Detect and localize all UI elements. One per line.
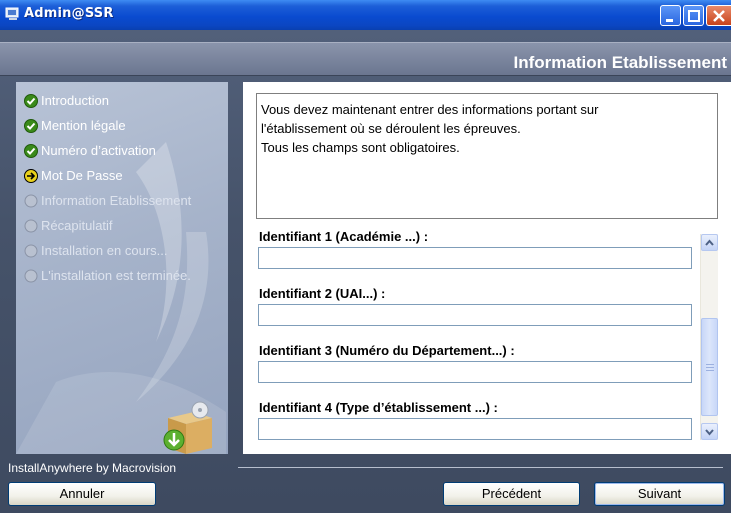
step-label: Introduction	[41, 93, 109, 108]
close-icon	[713, 10, 725, 22]
minimize-button[interactable]	[660, 5, 681, 26]
identifiant-4-input[interactable]	[258, 418, 692, 440]
description-line: l'établissement où se déroulent les épre…	[261, 121, 521, 136]
step-label: Numéro d’activation	[41, 143, 156, 158]
maximize-icon	[688, 10, 700, 22]
next-button[interactable]: Suivant	[594, 482, 725, 506]
field-label-identifiant-3: Identifiant 3 (Numéro du Département...)…	[259, 343, 515, 358]
description-line: Vous devez maintenant entrer des informa…	[261, 102, 599, 117]
step-label: Information Etablissement	[41, 193, 192, 208]
check-circle-icon	[24, 119, 38, 133]
step-label: L'installation est terminée.	[41, 268, 191, 283]
empty-circle-icon	[24, 269, 38, 283]
title-bar[interactable]: Admin@SSR	[0, 0, 731, 30]
step-label: Mention légale	[41, 118, 126, 133]
identifiant-1-input[interactable]	[258, 247, 692, 269]
identifiant-3-input[interactable]	[258, 361, 692, 383]
field-label-identifiant-2: Identifiant 2 (UAI...) :	[259, 286, 386, 301]
empty-circle-icon	[24, 219, 38, 233]
step-label: Récapitulatif	[41, 218, 113, 233]
scroll-thumb[interactable]	[701, 318, 718, 416]
empty-circle-icon	[24, 244, 38, 258]
arrow-circle-icon	[24, 169, 38, 183]
form-scroll-area: Identifiant 1 (Académie ...) : Identifia…	[256, 230, 720, 442]
identifiant-2-input[interactable]	[258, 304, 692, 326]
step-label: Mot De Passe	[41, 168, 123, 183]
previous-button[interactable]: Précédent	[443, 482, 580, 506]
step-label: Installation en cours...	[41, 243, 168, 258]
scroll-up-button[interactable]	[701, 234, 718, 251]
scroll-down-button[interactable]	[701, 423, 718, 440]
chevron-up-icon	[705, 239, 714, 246]
installer-window: Admin@SSR Information Etablissement Intr…	[0, 0, 731, 513]
package-box-icon	[163, 401, 212, 454]
description-line: Tous les champs sont obligatoires.	[261, 140, 460, 155]
app-icon	[5, 7, 19, 20]
scroll-grip	[706, 364, 714, 365]
footer-divider	[238, 467, 723, 468]
steps-panel: Introduction Mention légale Numéro d’act…	[16, 82, 228, 454]
scroll-grip	[706, 370, 714, 371]
installer-brand: InstallAnywhere by Macrovision	[8, 461, 177, 475]
empty-circle-icon	[24, 194, 38, 208]
chevron-down-icon	[705, 429, 714, 436]
check-circle-icon	[24, 144, 38, 158]
maximize-button[interactable]	[683, 5, 704, 26]
window-title: Admin@SSR	[24, 6, 114, 21]
field-label-identifiant-4: Identifiant 4 (Type d’établissement ...)…	[259, 400, 498, 415]
page-title: Information Etablissement	[513, 53, 727, 72]
minimize-icon	[666, 19, 673, 22]
vertical-scrollbar[interactable]	[700, 234, 718, 440]
field-label-identifiant-1: Identifiant 1 (Académie ...) :	[259, 230, 429, 244]
description-box: Vous devez maintenant entrer des informa…	[256, 93, 718, 219]
cancel-button[interactable]: Annuler	[8, 482, 156, 506]
scroll-grip	[706, 367, 714, 368]
close-button[interactable]	[706, 5, 731, 26]
check-circle-icon	[24, 94, 38, 108]
